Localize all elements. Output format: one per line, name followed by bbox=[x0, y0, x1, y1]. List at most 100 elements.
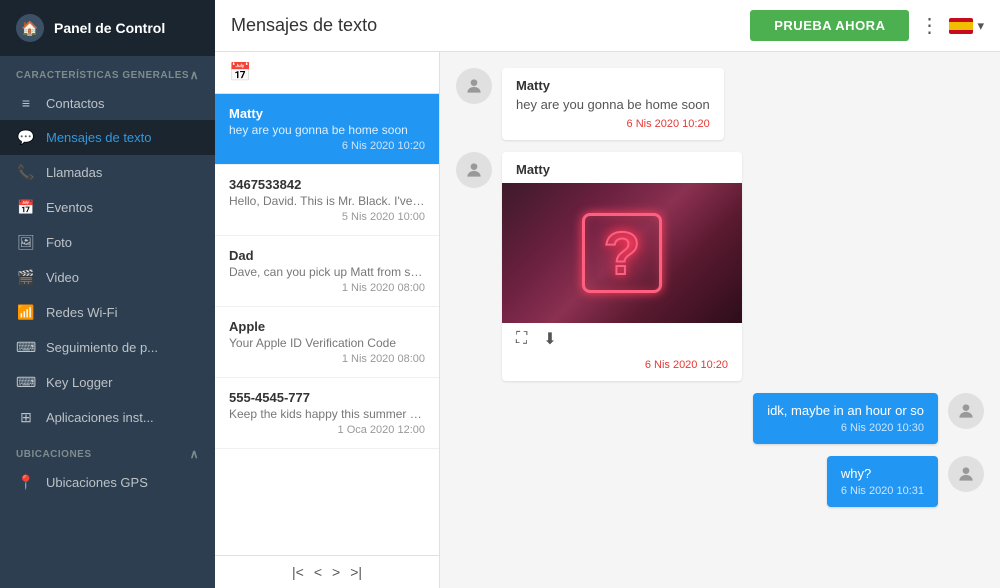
list-item[interactable]: Apple Your Apple ID Verification Code 1 … bbox=[215, 307, 439, 378]
msg-bubble-row-incoming: Matty hey are you gonna be home soon 6 N… bbox=[456, 68, 984, 140]
page-title: Mensajes de texto bbox=[231, 15, 377, 36]
video-icon: 🎬 bbox=[16, 269, 36, 286]
avatar bbox=[948, 393, 984, 429]
topbar-right: PRUEBA AHORA ⋮ ▾ bbox=[750, 10, 984, 41]
track-icon: ⌨ bbox=[16, 339, 36, 356]
msg-bubble-row-outgoing-2: why? 6 Nis 2020 10:31 bbox=[456, 456, 984, 507]
section-label-general: CARACTERÍSTICAS GENERALES ∧ bbox=[0, 56, 215, 86]
sidebar-item-label: Aplicaciones inst... bbox=[46, 410, 154, 425]
sidebar-item-eventos[interactable]: 📅 Eventos bbox=[0, 190, 215, 225]
msg-list-toolbar: 📅 bbox=[215, 52, 439, 94]
home-icon: 🏠 bbox=[16, 14, 44, 42]
out-text: idk, maybe in an hour or so bbox=[767, 403, 924, 418]
msg-list-items: Matty hey are you gonna be home soon 6 N… bbox=[215, 94, 439, 555]
messages-area: 📅 Matty hey are you gonna be home soon 6… bbox=[215, 52, 1000, 588]
list-item[interactable]: Dad Dave, can you pick up Matt from scho… bbox=[215, 236, 439, 307]
next-page-button[interactable]: > bbox=[332, 564, 340, 580]
sidebar-header: 🏠 Panel de Control bbox=[0, 0, 215, 56]
sidebar-item-contactos[interactable]: ≡ Contactos bbox=[0, 86, 215, 120]
phone-icon: 📞 bbox=[16, 164, 36, 181]
msg-item-preview: Keep the kids happy this summer with ... bbox=[229, 407, 425, 421]
msg-item-preview: Hello, David. This is Mr. Black. I've no… bbox=[229, 194, 425, 208]
sidebar-item-llamadas[interactable]: 📞 Llamadas bbox=[0, 155, 215, 190]
more-options-icon[interactable]: ⋮ bbox=[919, 13, 939, 38]
sidebar-item-keylogger[interactable]: ⌨ Key Logger bbox=[0, 365, 215, 400]
conv-scroll: Matty hey are you gonna be home soon 6 N… bbox=[440, 52, 1000, 588]
img-card-actions: ⛶ ⬇ bbox=[502, 323, 742, 355]
sidebar-item-label: Foto bbox=[46, 235, 72, 250]
last-page-button[interactable]: >| bbox=[350, 564, 362, 580]
msg-item-time: 5 Nis 2020 10:00 bbox=[229, 211, 425, 223]
card-sender: Matty bbox=[502, 152, 742, 183]
conv-panel: Matty hey are you gonna be home soon 6 N… bbox=[440, 52, 1000, 588]
msg-bubble-row-outgoing: idk, maybe in an hour or so 6 Nis 2020 1… bbox=[456, 393, 984, 444]
out-bubble: idk, maybe in an hour or so 6 Nis 2020 1… bbox=[753, 393, 938, 444]
msg-item-name: Dad bbox=[229, 248, 425, 263]
main-content: Mensajes de texto PRUEBA AHORA ⋮ ▾ 📅 Mat… bbox=[215, 0, 1000, 588]
sidebar-item-label: Ubicaciones GPS bbox=[46, 475, 148, 490]
sidebar-item-foto[interactable]: 🖼 Foto bbox=[0, 225, 215, 260]
filter-calendar-icon[interactable]: 📅 bbox=[229, 62, 251, 83]
msg-item-time: 1 Oca 2020 12:00 bbox=[229, 424, 425, 436]
calendar-icon: 📅 bbox=[16, 199, 36, 216]
prev-page-button[interactable]: < bbox=[314, 564, 322, 580]
wifi-icon: 📶 bbox=[16, 304, 36, 321]
msg-bubble-card: Matty hey are you gonna be home soon 6 N… bbox=[502, 68, 724, 140]
sidebar-item-apps[interactable]: ⊞ Aplicaciones inst... bbox=[0, 400, 215, 435]
sidebar-item-seguimiento[interactable]: ⌨ Seguimiento de p... bbox=[0, 330, 215, 365]
msg-item-preview: hey are you gonna be home soon bbox=[229, 123, 425, 137]
msg-item-name: Matty bbox=[229, 106, 425, 121]
img-card: Matty ? ⛶ ⬇ 6 Nis 2020 10:20 bbox=[502, 152, 742, 381]
card-time: 6 Nis 2020 10:20 bbox=[502, 355, 742, 381]
expand-icon[interactable]: ⛶ bbox=[516, 330, 527, 348]
sidebar: 🏠 Panel de Control CARACTERÍSTICAS GENER… bbox=[0, 0, 215, 588]
sidebar-title: Panel de Control bbox=[54, 20, 165, 36]
sidebar-item-label: Mensajes de texto bbox=[46, 130, 152, 145]
avatar bbox=[456, 68, 492, 104]
download-icon[interactable]: ⬇ bbox=[543, 329, 556, 349]
section-collapse-general[interactable]: ∧ bbox=[190, 68, 199, 82]
sidebar-item-label: Video bbox=[46, 270, 79, 285]
msg-item-name: 3467533842 bbox=[229, 177, 425, 192]
sidebar-item-mensajes[interactable]: 💬 Mensajes de texto bbox=[0, 120, 215, 155]
msg-item-time: 6 Nis 2020 10:20 bbox=[229, 140, 425, 152]
keyboard-icon: ⌨ bbox=[16, 374, 36, 391]
msg-item-time: 1 Nis 2020 08:00 bbox=[229, 282, 425, 294]
card-sender: Matty bbox=[516, 78, 710, 93]
msg-bubble-row-image: Matty ? ⛶ ⬇ 6 Nis 2020 10:20 bbox=[456, 152, 984, 381]
list-icon: ≡ bbox=[16, 95, 36, 111]
card-text: hey are you gonna be home soon bbox=[516, 97, 710, 112]
out-time: 6 Nis 2020 10:30 bbox=[767, 422, 924, 434]
avatar bbox=[456, 152, 492, 188]
out-bubble-2: why? 6 Nis 2020 10:31 bbox=[827, 456, 938, 507]
sidebar-item-gps[interactable]: 📍 Ubicaciones GPS bbox=[0, 465, 215, 500]
sidebar-item-label: Contactos bbox=[46, 96, 105, 111]
list-item[interactable]: Matty hey are you gonna be home soon 6 N… bbox=[215, 94, 439, 165]
topbar: Mensajes de texto PRUEBA AHORA ⋮ ▾ bbox=[215, 0, 1000, 52]
sidebar-item-label: Key Logger bbox=[46, 375, 113, 390]
msg-item-name: Apple bbox=[229, 319, 425, 334]
message-image: ? bbox=[502, 183, 742, 323]
sidebar-item-label: Eventos bbox=[46, 200, 93, 215]
list-item[interactable]: 3467533842 Hello, David. This is Mr. Bla… bbox=[215, 165, 439, 236]
chevron-down-icon: ▾ bbox=[977, 18, 984, 34]
first-page-button[interactable]: |< bbox=[292, 564, 304, 580]
pagination: |< < > >| bbox=[215, 555, 439, 588]
msg-item-name: 555-4545-777 bbox=[229, 390, 425, 405]
question-mark-icon: ? bbox=[582, 213, 662, 293]
msg-item-preview: Your Apple ID Verification Code bbox=[229, 336, 425, 350]
sidebar-item-redes[interactable]: 📶 Redes Wi-Fi bbox=[0, 295, 215, 330]
gps-icon: 📍 bbox=[16, 474, 36, 491]
out-time-2: 6 Nis 2020 10:31 bbox=[841, 485, 924, 497]
list-item[interactable]: 555-4545-777 Keep the kids happy this su… bbox=[215, 378, 439, 449]
language-selector[interactable]: ▾ bbox=[949, 18, 984, 34]
chat-icon: 💬 bbox=[16, 129, 36, 146]
prueba-button[interactable]: PRUEBA AHORA bbox=[750, 10, 909, 41]
section-collapse-ubicaciones[interactable]: ∧ bbox=[190, 447, 199, 461]
avatar bbox=[948, 456, 984, 492]
sidebar-item-label: Seguimiento de p... bbox=[46, 340, 158, 355]
apps-icon: ⊞ bbox=[16, 409, 36, 426]
flag-icon bbox=[949, 18, 973, 34]
sidebar-item-video[interactable]: 🎬 Video bbox=[0, 260, 215, 295]
card-time: 6 Nis 2020 10:20 bbox=[516, 118, 710, 130]
